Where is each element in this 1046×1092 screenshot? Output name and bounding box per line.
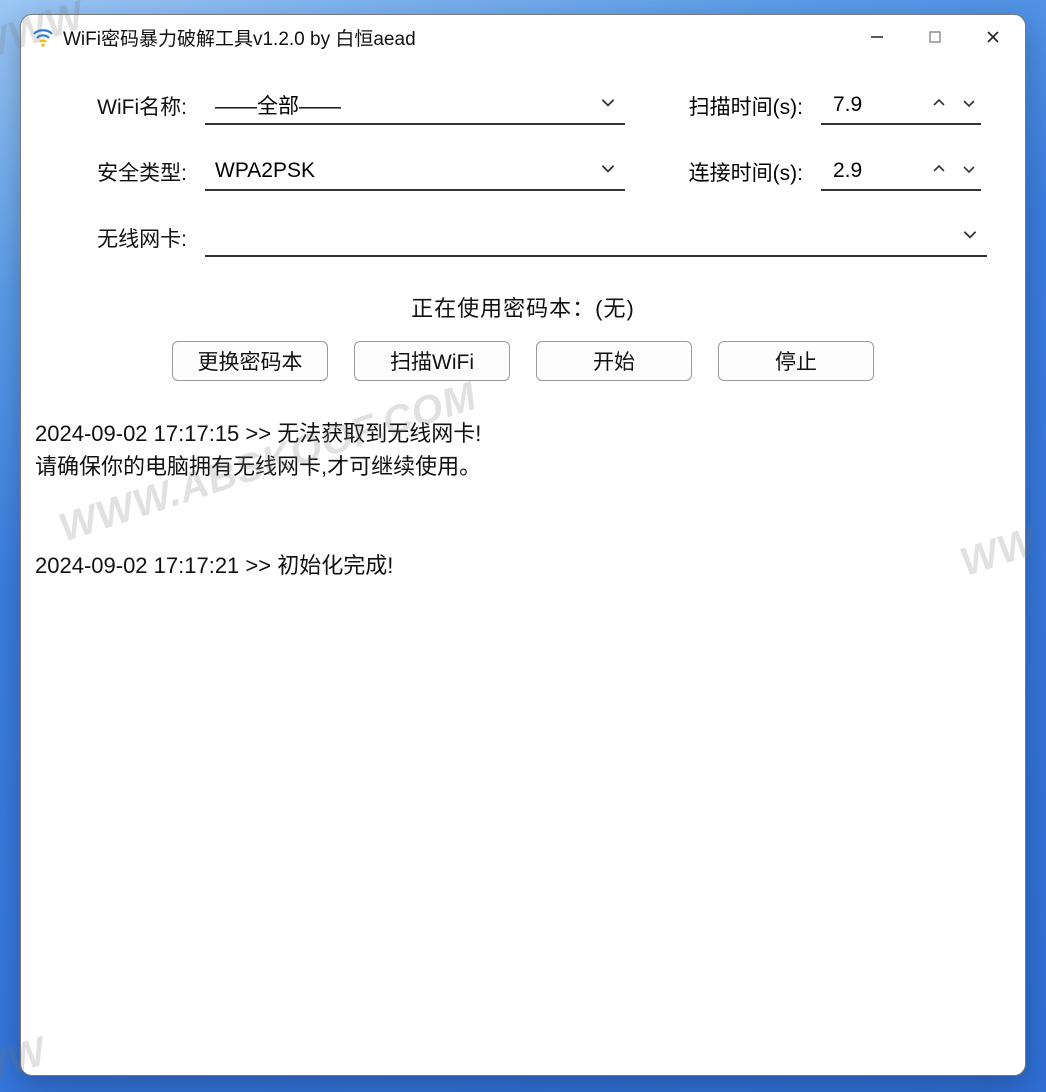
connect-time-value: 2.9 bbox=[833, 159, 862, 183]
scan-wifi-button[interactable]: 扫描WiFi bbox=[354, 341, 510, 381]
connect-time-label: 连接时间(s): bbox=[643, 157, 803, 187]
maximize-button[interactable] bbox=[907, 19, 963, 55]
close-button[interactable] bbox=[965, 19, 1021, 55]
security-type-select[interactable]: WPA2PSK bbox=[205, 153, 625, 191]
start-button[interactable]: 开始 bbox=[536, 341, 692, 381]
window-title: WiFi密码暴力破解工具v1.2.0 by 白恒aead bbox=[63, 24, 849, 51]
stop-button[interactable]: 停止 bbox=[718, 341, 874, 381]
wifi-name-value: ——全部—— bbox=[215, 90, 341, 120]
titlebar: WiFi密码暴力破解工具v1.2.0 by 白恒aead bbox=[21, 15, 1025, 59]
chevron-down-icon[interactable] bbox=[961, 93, 977, 117]
form-panel: WiFi名称: ——全部—— 扫描时间(s): 7.9 安全类型: WPA2PS… bbox=[21, 59, 1025, 391]
wifi-icon bbox=[31, 25, 55, 49]
chevron-down-icon bbox=[961, 225, 979, 249]
chevron-down-icon[interactable] bbox=[961, 159, 977, 183]
connect-time-spinner[interactable]: 2.9 bbox=[821, 153, 981, 191]
scan-time-spinner[interactable]: 7.9 bbox=[821, 87, 981, 125]
chevron-up-icon[interactable] bbox=[931, 93, 947, 117]
minimize-button[interactable] bbox=[849, 19, 905, 55]
scan-time-label: 扫描时间(s): bbox=[643, 91, 803, 121]
security-type-label: 安全类型: bbox=[59, 157, 187, 187]
chevron-down-icon bbox=[599, 159, 617, 183]
chevron-down-icon bbox=[599, 93, 617, 117]
security-type-value: WPA2PSK bbox=[215, 159, 315, 183]
button-row: 更换密码本 扫描WiFi 开始 停止 bbox=[59, 341, 987, 381]
adapter-select[interactable] bbox=[205, 219, 987, 257]
adapter-label: 无线网卡: bbox=[59, 223, 187, 253]
wifi-name-label: WiFi名称: bbox=[59, 91, 187, 121]
scan-time-value: 7.9 bbox=[833, 93, 862, 117]
log-output: 2024-09-02 17:17:15 >> 无法获取到无线网卡! 请确保你的电… bbox=[29, 409, 1017, 1067]
chevron-up-icon[interactable] bbox=[931, 159, 947, 183]
app-window: WiFi密码暴力破解工具v1.2.0 by 白恒aead WiFi名称: ——全… bbox=[20, 14, 1026, 1076]
password-book-status: 正在使用密码本：(无) bbox=[59, 291, 987, 323]
change-password-book-button[interactable]: 更换密码本 bbox=[172, 341, 328, 381]
wifi-name-select[interactable]: ——全部—— bbox=[205, 87, 625, 125]
